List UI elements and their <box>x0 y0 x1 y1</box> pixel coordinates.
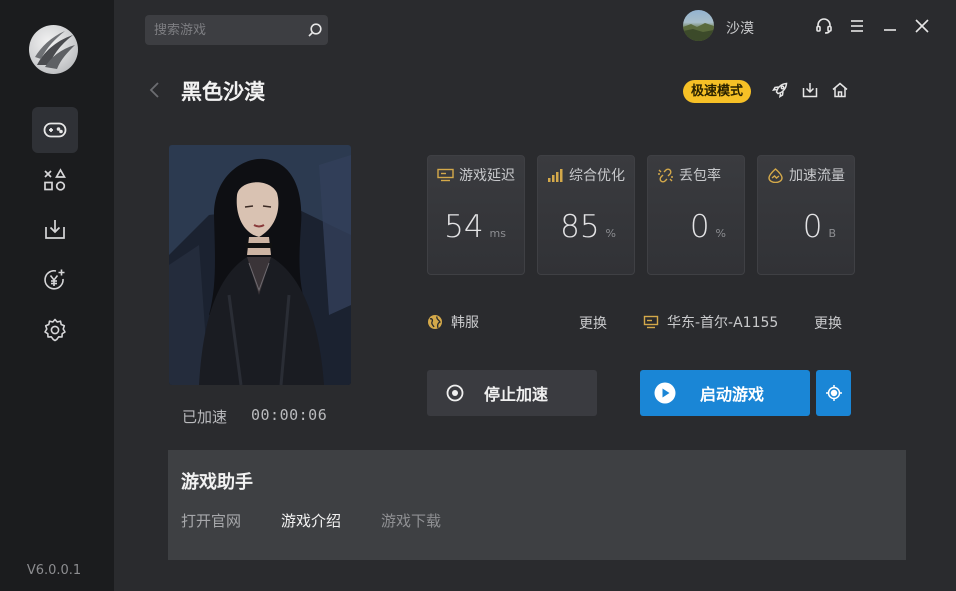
monitor-icon <box>643 315 659 329</box>
stat-title: 加速流量 <box>789 168 845 184</box>
minimize-button[interactable] <box>880 16 900 36</box>
chevron-left-icon <box>149 82 159 98</box>
minimize-icon <box>884 29 896 31</box>
server-region: 韩服 <box>427 312 479 332</box>
menu-button[interactable] <box>847 16 867 36</box>
flow-icon <box>768 167 783 183</box>
stat-card-traffic: 加速流量 0 B <box>757 155 855 275</box>
stat-unit: % <box>715 227 726 240</box>
sidebar: V6.0.0.1 <box>0 0 114 591</box>
sidebar-item-recharge[interactable] <box>32 257 78 303</box>
shapes-icon <box>44 168 66 191</box>
game-assistant-panel: 游戏助手 打开官网 游戏介绍 游戏下载 <box>168 450 906 560</box>
page-title: 黑色沙漠 <box>181 80 265 104</box>
stat-value: 85 <box>560 209 600 245</box>
stat-value: 0 <box>802 209 823 245</box>
stat-value: 54 <box>444 209 484 245</box>
stat-title: 游戏延迟 <box>459 168 515 184</box>
app-version: V6.0.0.1 <box>26 563 82 578</box>
back-button[interactable] <box>148 80 162 104</box>
latency-icon <box>437 168 454 181</box>
tab-open-website[interactable]: 打开官网 <box>181 510 241 531</box>
stat-card-latency: 游戏延迟 54 ms <box>427 155 525 275</box>
search-icon[interactable] <box>307 22 323 42</box>
stat-card-packet-loss: 丢包率 0 % <box>647 155 745 275</box>
home-button[interactable] <box>831 81 851 101</box>
target-icon <box>825 385 842 401</box>
stat-value: 0 <box>689 209 710 245</box>
start-game-label: 启动游戏 <box>700 385 765 404</box>
gamepad-icon <box>43 122 67 138</box>
support-button[interactable] <box>814 16 834 36</box>
sidebar-item-games[interactable] <box>32 107 78 153</box>
broken-link-icon <box>658 167 673 183</box>
tab-game-intro[interactable]: 游戏介绍 <box>281 510 341 531</box>
mode-badge[interactable]: 极速模式 <box>683 80 752 103</box>
stat-card-optimization: 综合优化 85 % <box>537 155 635 275</box>
menu-icon <box>851 20 863 32</box>
download-icon <box>45 220 65 239</box>
locate-button[interactable] <box>816 370 851 416</box>
assistant-title: 游戏助手 <box>181 472 253 493</box>
download-game-button[interactable] <box>801 81 821 101</box>
close-icon <box>915 19 929 33</box>
rocket-icon <box>772 82 788 98</box>
stat-unit: B <box>828 227 836 240</box>
sidebar-item-settings[interactable] <box>32 307 78 353</box>
accelerated-timer: 00:00:06 <box>251 406 328 424</box>
stop-circle-icon <box>446 384 464 402</box>
change-server-link[interactable]: 更换 <box>579 313 607 333</box>
stat-title: 综合优化 <box>569 168 625 184</box>
sidebar-item-downloads[interactable] <box>32 207 78 253</box>
play-circle-icon <box>654 382 676 404</box>
stat-unit: ms <box>489 227 506 240</box>
stat-unit: % <box>605 227 616 240</box>
game-cover-image <box>169 145 351 385</box>
globe-icon <box>428 315 442 329</box>
stop-acceleration-label: 停止加速 <box>484 385 549 404</box>
node-name: 华东-首尔-A1155 <box>667 315 779 331</box>
home-icon <box>832 82 848 98</box>
gear-icon <box>44 318 66 342</box>
main-panel: 沙漠 黑色沙漠 极速模式 <box>114 0 956 591</box>
sidebar-item-categories[interactable] <box>32 157 78 203</box>
rocket-button[interactable] <box>771 81 791 101</box>
download-box-icon <box>802 83 818 98</box>
avatar[interactable] <box>683 10 714 41</box>
search-box[interactable] <box>145 15 328 45</box>
tab-game-download[interactable]: 游戏下载 <box>381 510 441 531</box>
user-name[interactable]: 沙漠 <box>726 18 754 38</box>
headset-icon <box>816 18 832 34</box>
close-button[interactable] <box>912 16 932 36</box>
accelerated-label: 已加速 <box>182 408 228 426</box>
app-logo <box>29 25 78 74</box>
start-game-button[interactable]: 启动游戏 <box>640 370 810 416</box>
search-input[interactable] <box>154 22 304 38</box>
node-region: 华东-首尔-A1155 <box>643 312 778 332</box>
server-name: 韩服 <box>451 315 479 331</box>
stat-title: 丢包率 <box>679 168 721 184</box>
change-node-link[interactable]: 更换 <box>814 313 842 333</box>
signal-bars-icon <box>548 168 563 182</box>
yen-coin-icon <box>44 269 65 290</box>
stop-acceleration-button[interactable]: 停止加速 <box>427 370 597 416</box>
